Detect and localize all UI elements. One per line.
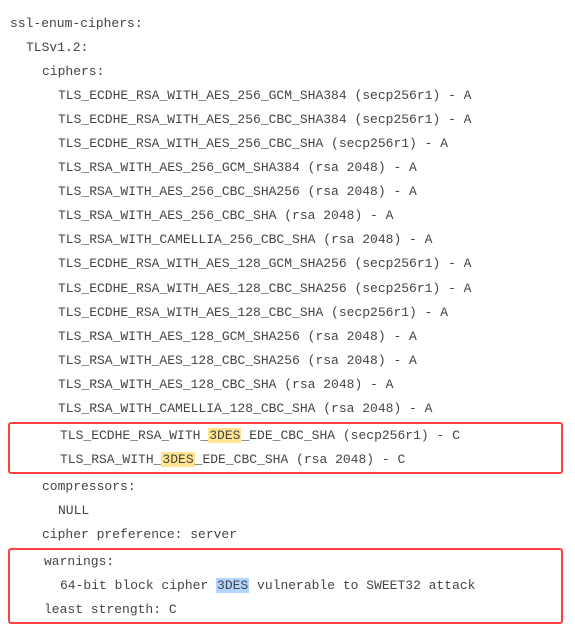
cipher-line-weak: TLS_RSA_WITH_3DES_EDE_CBC_SHA (rsa 2048)… [10, 448, 561, 472]
cipher-line: TLS_ECDHE_RSA_WITH_AES_128_CBC_SHA (secp… [8, 301, 567, 325]
warning-line: 64-bit block cipher 3DES vulnerable to S… [10, 574, 561, 598]
compressors-label: compressors: [8, 475, 567, 499]
cipher-pre: TLS_RSA_WITH_ [60, 452, 161, 467]
warning-post: vulnerable to SWEET32 attack [249, 578, 475, 593]
cipher-line: TLS_RSA_WITH_AES_128_CBC_SHA256 (rsa 204… [8, 349, 567, 373]
warnings-box: warnings: 64-bit block cipher 3DES vulne… [8, 548, 563, 624]
cipher-line: TLS_ECDHE_RSA_WITH_AES_256_CBC_SHA (secp… [8, 132, 567, 156]
warnings-label: warnings: [10, 550, 561, 574]
cipher-line: TLS_ECDHE_RSA_WITH_AES_128_CBC_SHA256 (s… [8, 277, 567, 301]
cipher-preference: cipher preference: server [8, 523, 567, 547]
cipher-line: TLS_ECDHE_RSA_WITH_AES_256_GCM_SHA384 (s… [8, 84, 567, 108]
ssl-enum-header: ssl-enum-ciphers: [8, 12, 567, 36]
cipher-line: TLS_RSA_WITH_AES_128_GCM_SHA256 (rsa 204… [8, 325, 567, 349]
warning-pre: 64-bit block cipher [60, 578, 216, 593]
compressors-value: NULL [8, 499, 567, 523]
cipher-line: TLS_RSA_WITH_AES_128_CBC_SHA (rsa 2048) … [8, 373, 567, 397]
tls-version: TLSv1.2: [8, 36, 567, 60]
highlight-3des: 3DES [216, 578, 249, 593]
cipher-post: _EDE_CBC_SHA (secp256r1) - C [241, 428, 459, 443]
cipher-line: TLS_RSA_WITH_AES_256_CBC_SHA (rsa 2048) … [8, 204, 567, 228]
ciphers-label: ciphers: [8, 60, 567, 84]
cipher-post: _EDE_CBC_SHA (rsa 2048) - C [195, 452, 406, 467]
cipher-line-weak: TLS_ECDHE_RSA_WITH_3DES_EDE_CBC_SHA (sec… [10, 424, 561, 448]
cipher-line: TLS_ECDHE_RSA_WITH_AES_256_CBC_SHA384 (s… [8, 108, 567, 132]
weak-ciphers-box: TLS_ECDHE_RSA_WITH_3DES_EDE_CBC_SHA (sec… [8, 422, 563, 474]
cipher-line: TLS_RSA_WITH_CAMELLIA_128_CBC_SHA (rsa 2… [8, 397, 567, 421]
highlight-3des: 3DES [161, 452, 194, 467]
least-strength: least strength: C [10, 598, 561, 622]
cipher-line: TLS_ECDHE_RSA_WITH_AES_128_GCM_SHA256 (s… [8, 252, 567, 276]
cipher-line: TLS_RSA_WITH_CAMELLIA_256_CBC_SHA (rsa 2… [8, 228, 567, 252]
highlight-3des: 3DES [208, 428, 241, 443]
cipher-pre: TLS_ECDHE_RSA_WITH_ [60, 428, 208, 443]
cipher-line: TLS_RSA_WITH_AES_256_GCM_SHA384 (rsa 204… [8, 156, 567, 180]
cipher-line: TLS_RSA_WITH_AES_256_CBC_SHA256 (rsa 204… [8, 180, 567, 204]
